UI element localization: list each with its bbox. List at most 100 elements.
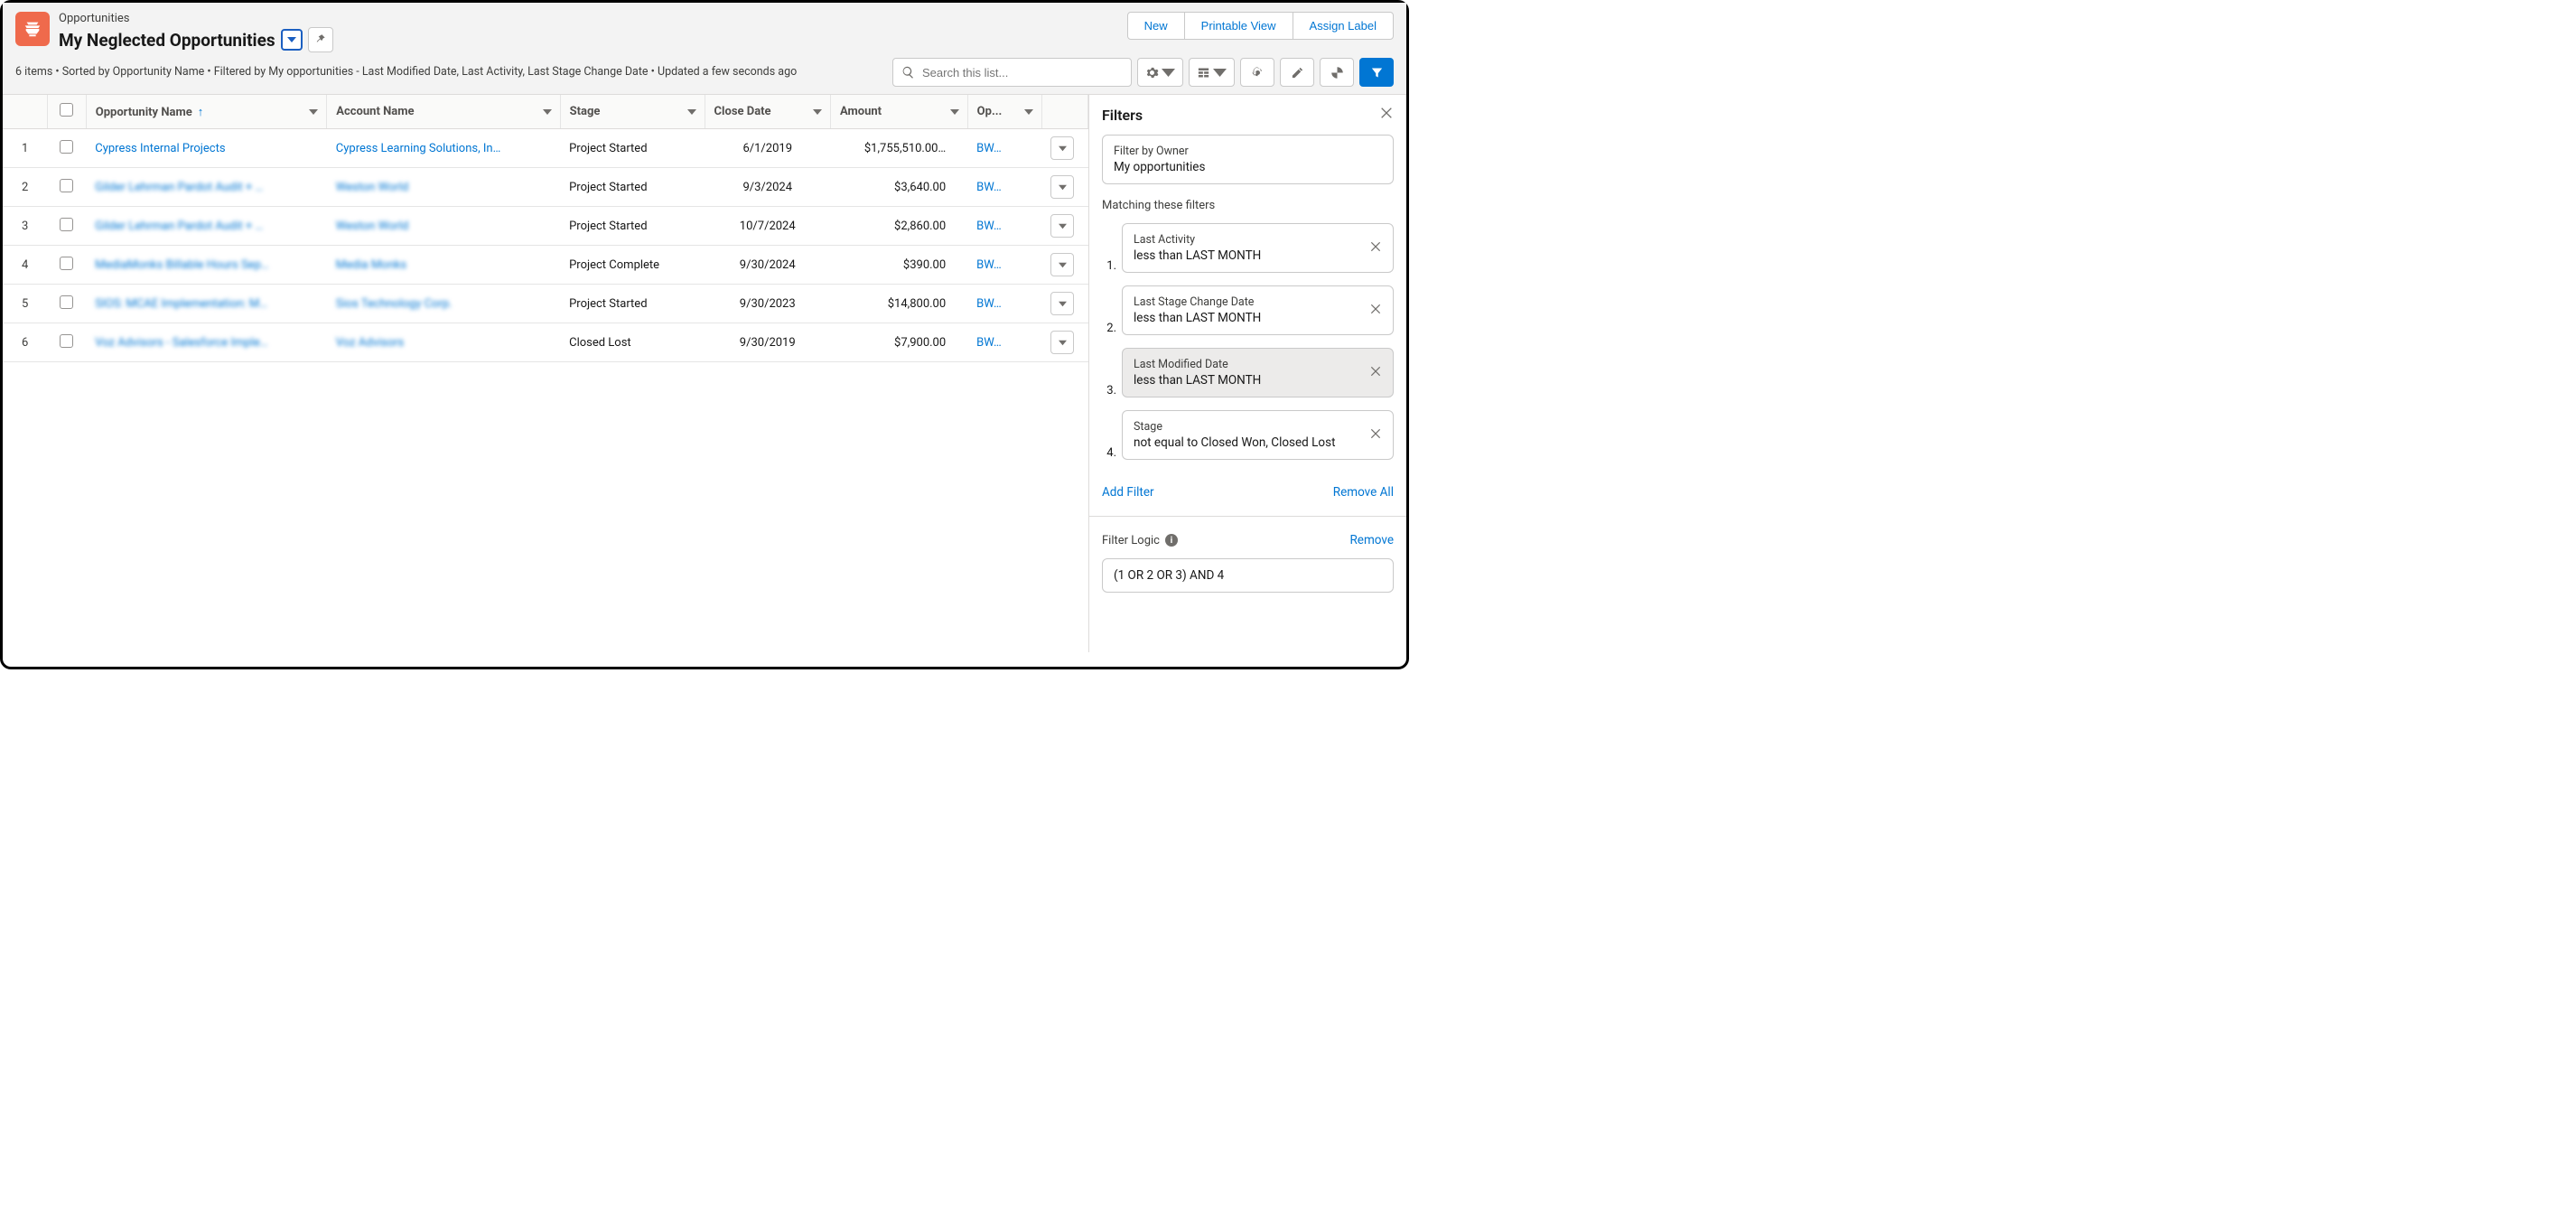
cell-actions [1041, 285, 1087, 323]
col-menu-icon[interactable] [1022, 105, 1036, 119]
owner-link[interactable]: BW… [976, 336, 1002, 350]
select-all-checkbox[interactable] [60, 103, 73, 117]
display-as-button[interactable] [1189, 58, 1235, 87]
edit-list-button[interactable] [1280, 58, 1314, 87]
owner-link[interactable]: BW… [976, 297, 1002, 311]
opportunity-link[interactable]: Cypress Internal Projects [95, 142, 225, 155]
col-owner[interactable]: Op... [967, 95, 1041, 129]
cell-actions [1041, 168, 1087, 207]
row-action-button[interactable] [1050, 331, 1074, 354]
account-link[interactable]: Cypress Learning Solutions, In… [336, 142, 501, 155]
table-row: 5SIOS: MCAE Implementation: M…Sios Techn… [3, 285, 1088, 323]
filter-logic-input[interactable]: (1 OR 2 OR 3) AND 4 [1102, 558, 1394, 593]
row-action-button[interactable] [1050, 292, 1074, 315]
search-icon [901, 66, 915, 79]
filter-card[interactable]: Last Modified Dateless than LAST MONTH [1122, 348, 1394, 397]
pin-list-button[interactable] [308, 27, 333, 52]
col-amount[interactable]: Amount [830, 95, 967, 129]
cell-actions [1041, 323, 1087, 362]
account-link[interactable]: Media Monks [336, 258, 406, 272]
cell-amount: $3,640.00 [830, 168, 967, 207]
list-controls-button[interactable] [1137, 58, 1183, 87]
list-view-switcher[interactable] [281, 29, 303, 51]
opportunity-link[interactable]: Voz Advisors - Salesforce Imple… [95, 336, 267, 350]
printable-view-button[interactable]: Printable View [1184, 12, 1293, 40]
cell-opportunity-name: Gilder Lehrman Pardot Audit + … [86, 168, 327, 207]
account-link[interactable]: Weston World [336, 181, 409, 194]
col-opportunity-name[interactable]: Opportunity Name [86, 95, 327, 129]
col-select-all [47, 95, 86, 129]
object-label: Opportunities [59, 12, 333, 25]
filter-owner-value: My opportunities [1114, 160, 1382, 174]
filter-card[interactable]: Stagenot equal to Closed Won, Closed Los… [1122, 410, 1394, 460]
row-checkbox[interactable] [60, 140, 73, 154]
owner-link[interactable]: BW… [976, 181, 1002, 194]
remove-filter-button[interactable] [1369, 365, 1382, 381]
new-button[interactable]: New [1127, 12, 1185, 40]
chart-button[interactable] [1320, 58, 1354, 87]
filters-title: Filters [1102, 107, 1143, 124]
remove-filter-button[interactable] [1369, 427, 1382, 444]
opportunity-link[interactable]: MediaMonks Billable Hours Sep… [95, 258, 268, 272]
table-row: 1Cypress Internal ProjectsCypress Learni… [3, 129, 1088, 168]
row-action-button[interactable] [1050, 253, 1074, 276]
cell-amount: $390.00 [830, 246, 967, 285]
row-checkbox[interactable] [60, 218, 73, 231]
col-close-date[interactable]: Close Date [705, 95, 830, 129]
filter-number: 1. [1102, 259, 1116, 273]
row-checkbox[interactable] [60, 334, 73, 348]
add-filter-link[interactable]: Add Filter [1102, 485, 1154, 500]
info-icon[interactable]: i [1165, 534, 1178, 547]
row-checkbox[interactable] [60, 257, 73, 270]
row-select [47, 129, 86, 168]
col-menu-icon[interactable] [947, 105, 962, 119]
owner-link[interactable]: BW… [976, 142, 1002, 155]
chevron-down-icon [1213, 66, 1227, 79]
col-menu-icon[interactable] [540, 105, 555, 119]
cell-close-date: 6/1/2019 [705, 129, 830, 168]
pencil-icon [1291, 66, 1304, 79]
remove-filter-button[interactable] [1369, 240, 1382, 257]
row-checkbox[interactable] [60, 179, 73, 192]
owner-link[interactable]: BW… [976, 220, 1002, 233]
row-action-button[interactable] [1050, 214, 1074, 238]
col-account-name[interactable]: Account Name [327, 95, 560, 129]
filter-owner-card[interactable]: Filter by Owner My opportunities [1102, 135, 1394, 184]
col-menu-icon[interactable] [810, 105, 825, 119]
filter-field: Last Activity [1134, 233, 1261, 247]
row-action-button[interactable] [1050, 175, 1074, 199]
filter-card[interactable]: Last Activityless than LAST MONTH [1122, 223, 1394, 273]
search-input[interactable] [892, 58, 1132, 87]
row-select [47, 207, 86, 246]
filter-condition: less than LAST MONTH [1134, 248, 1261, 263]
account-link[interactable]: Voz Advisors [336, 336, 404, 350]
refresh-button[interactable] [1240, 58, 1274, 87]
gear-icon [1145, 66, 1159, 79]
cell-amount: $2,860.00 [830, 207, 967, 246]
owner-link[interactable]: BW… [976, 258, 1002, 272]
col-stage[interactable]: Stage [560, 95, 705, 129]
refresh-icon [1251, 66, 1265, 79]
opportunity-link[interactable]: Gilder Lehrman Pardot Audit + … [95, 181, 263, 194]
filter-button[interactable] [1359, 58, 1394, 87]
account-link[interactable]: Sios Technology Corp. [336, 297, 453, 311]
remove-filter-button[interactable] [1369, 303, 1382, 319]
opportunity-link[interactable]: SIOS: MCAE Implementation: M… [95, 297, 267, 311]
account-link[interactable]: Weston World [336, 220, 409, 233]
filter-card[interactable]: Last Stage Change Dateless than LAST MON… [1122, 285, 1394, 335]
opportunity-link[interactable]: Gilder Lehrman Pardot Audit + … [95, 220, 263, 233]
cell-stage: Project Started [560, 207, 705, 246]
remove-all-link[interactable]: Remove All [1333, 485, 1394, 500]
filter-icon [1370, 66, 1384, 79]
assign-label-button[interactable]: Assign Label [1293, 12, 1394, 40]
row-action-button[interactable] [1050, 136, 1074, 160]
col-menu-icon[interactable] [306, 105, 321, 119]
opportunities-table: Opportunity Name Account Name Stage Clos… [3, 95, 1088, 362]
col-menu-icon[interactable] [685, 105, 699, 119]
row-checkbox[interactable] [60, 295, 73, 309]
remove-logic-link[interactable]: Remove [1349, 533, 1394, 547]
close-filters-button[interactable] [1379, 106, 1394, 124]
cell-stage: Project Started [560, 129, 705, 168]
cell-actions [1041, 246, 1087, 285]
cell-account-name: Media Monks [327, 246, 560, 285]
